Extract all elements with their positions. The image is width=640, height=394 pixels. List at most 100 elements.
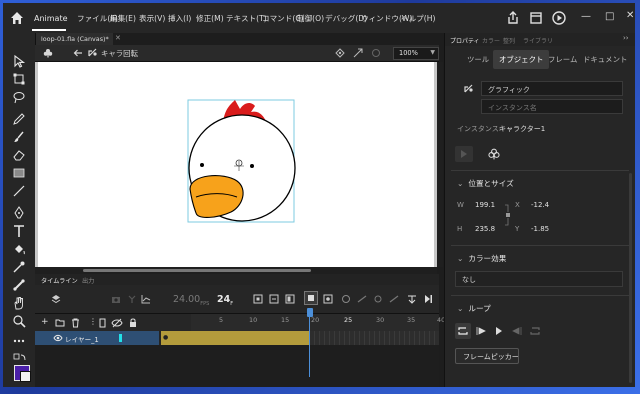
position-size-header[interactable]: ⌄ 位置とサイズ <box>457 178 514 189</box>
brush-icon[interactable] <box>12 130 26 144</box>
stroke-color-swatch[interactable] <box>20 371 31 382</box>
free-transform-icon[interactable] <box>12 72 26 86</box>
y-value[interactable]: -1.85 <box>531 225 549 233</box>
restore-icon[interactable]: □ <box>605 11 614 22</box>
insert-frame-icon[interactable] <box>323 294 333 304</box>
new-layer-icon[interactable]: + <box>41 317 49 327</box>
camera-icon[interactable] <box>111 294 121 304</box>
pen-tool-icon[interactable] <box>12 206 26 220</box>
height-value[interactable]: 235.8 <box>475 225 495 233</box>
zoom-select[interactable]: 100% ▼ <box>393 47 439 60</box>
stage-canvas[interactable] <box>38 62 434 267</box>
tab-color[interactable]: カラー <box>482 36 500 45</box>
selection-tool-icon[interactable] <box>12 54 26 68</box>
lock-all-icon[interactable] <box>129 318 137 328</box>
tab-timeline[interactable]: タイムライン <box>41 276 78 285</box>
width-value[interactable]: 199.1 <box>475 201 495 209</box>
easing-icon[interactable] <box>341 294 351 304</box>
back-arrow-icon[interactable] <box>73 49 83 57</box>
layer-row[interactable]: レイヤー_1 ● <box>35 331 439 345</box>
app-name[interactable]: Animate <box>34 14 68 23</box>
show-hide-all-icon[interactable] <box>111 318 123 328</box>
tab-close-icon[interactable]: ✕ <box>115 34 121 42</box>
instance-name-input[interactable]: インスタンス名 <box>481 99 623 114</box>
stage-vertical-scrollbar[interactable] <box>437 62 443 267</box>
color-effect-header[interactable]: ⌄ カラー効果 <box>457 253 506 264</box>
loop-playback-icon[interactable] <box>269 294 279 304</box>
clip-canvas-icon[interactable] <box>371 48 381 58</box>
symbol-name[interactable]: キャラ回転 <box>101 48 138 59</box>
layer-name-cell[interactable]: レイヤー_1 <box>35 331 159 345</box>
play-icon[interactable] <box>407 294 417 304</box>
panel-scrollbar[interactable] <box>629 173 632 383</box>
eyedropper-icon[interactable] <box>12 260 26 274</box>
layer-color-indicator[interactable] <box>119 334 122 342</box>
single-frame-button[interactable] <box>491 323 507 339</box>
menu-edit[interactable]: 編集(E) <box>110 13 136 24</box>
highlight-layer-icon[interactable]: ⋮ <box>89 317 97 326</box>
tab-align[interactable]: 整列 <box>503 36 515 45</box>
rectangle-tool-icon[interactable] <box>12 166 26 180</box>
instance-value[interactable]: キャラクター1 <box>499 124 545 134</box>
edit-symbol-icon[interactable] <box>335 48 345 58</box>
parent-icon[interactable] <box>127 294 137 304</box>
center-frame-icon[interactable] <box>253 294 263 304</box>
tween-icon[interactable] <box>357 294 367 304</box>
playhead[interactable] <box>307 308 313 317</box>
frame-picker-button[interactable]: フレームピッカー <box>455 348 519 364</box>
swap-colors-icon[interactable] <box>13 353 27 363</box>
keyframe-edit-icon[interactable] <box>373 294 383 304</box>
zoom-tool-icon[interactable] <box>12 314 26 328</box>
onion-skin-icon[interactable] <box>285 294 295 304</box>
menu-help[interactable]: ヘルプ(H) <box>401 13 435 24</box>
reverse-loop-button[interactable] <box>527 323 543 339</box>
symbol-type-select[interactable]: グラフィック <box>481 81 623 96</box>
link-icon[interactable] <box>503 204 513 226</box>
menu-text[interactable]: テキスト(T) <box>226 13 267 24</box>
subtab-document[interactable]: ドキュメント <box>583 54 627 65</box>
play-once-button[interactable] <box>473 323 489 339</box>
loop-button[interactable] <box>455 323 471 339</box>
eraser-icon[interactable] <box>12 148 26 162</box>
paint-bucket-icon[interactable] <box>12 242 26 256</box>
close-icon[interactable]: ✕ <box>626 10 634 21</box>
bone-tool-icon[interactable] <box>12 278 26 292</box>
pencil-icon[interactable] <box>12 112 26 126</box>
frame-span[interactable]: ● <box>161 331 309 345</box>
scrollbar-thumb[interactable] <box>83 269 311 272</box>
insert-keyframe-icon[interactable] <box>304 291 318 305</box>
tab-output[interactable]: 出力 <box>82 276 94 285</box>
edit-symbol-button[interactable] <box>485 146 503 162</box>
publish-icon[interactable] <box>528 10 544 26</box>
keyframe-dot[interactable]: ● <box>163 334 168 341</box>
menu-modify[interactable]: 修正(M) <box>196 13 224 24</box>
empty-frames[interactable] <box>309 331 439 345</box>
menu-view[interactable]: 表示(V) <box>139 13 165 24</box>
reverse-once-button[interactable] <box>509 323 525 339</box>
menu-insert[interactable]: 挿入(I) <box>168 13 191 24</box>
tab-library[interactable]: ライブラリ <box>523 36 553 45</box>
skip-end-icon[interactable] <box>423 294 433 304</box>
line-tool-icon[interactable] <box>12 184 26 198</box>
graph-icon[interactable] <box>141 294 151 304</box>
subtab-frame[interactable]: フレーム <box>548 54 577 65</box>
club-icon[interactable] <box>43 48 53 58</box>
current-frame[interactable]: 24F <box>217 294 233 307</box>
layers-icon[interactable] <box>51 294 61 304</box>
lasso-icon[interactable] <box>12 90 26 104</box>
outline-icon[interactable] <box>99 318 106 328</box>
home-icon[interactable] <box>10 11 24 25</box>
share-icon[interactable] <box>505 10 521 26</box>
minimize-icon[interactable]: — <box>581 11 591 22</box>
text-tool-icon[interactable] <box>12 224 26 238</box>
tab-properties[interactable]: プロパティ <box>450 36 480 45</box>
panel-menu-icon[interactable]: ›› <box>623 34 629 42</box>
x-value[interactable]: -12.4 <box>531 201 549 209</box>
hand-tool-icon[interactable] <box>12 296 26 310</box>
color-effect-select[interactable]: なし <box>455 271 623 287</box>
swap-symbol-button[interactable] <box>455 146 473 162</box>
snap-icon[interactable] <box>353 48 363 58</box>
loop-header[interactable]: ⌄ ループ <box>457 303 491 314</box>
subtab-object[interactable]: オブジェクト <box>493 50 550 69</box>
test-movie-icon[interactable] <box>551 10 567 26</box>
